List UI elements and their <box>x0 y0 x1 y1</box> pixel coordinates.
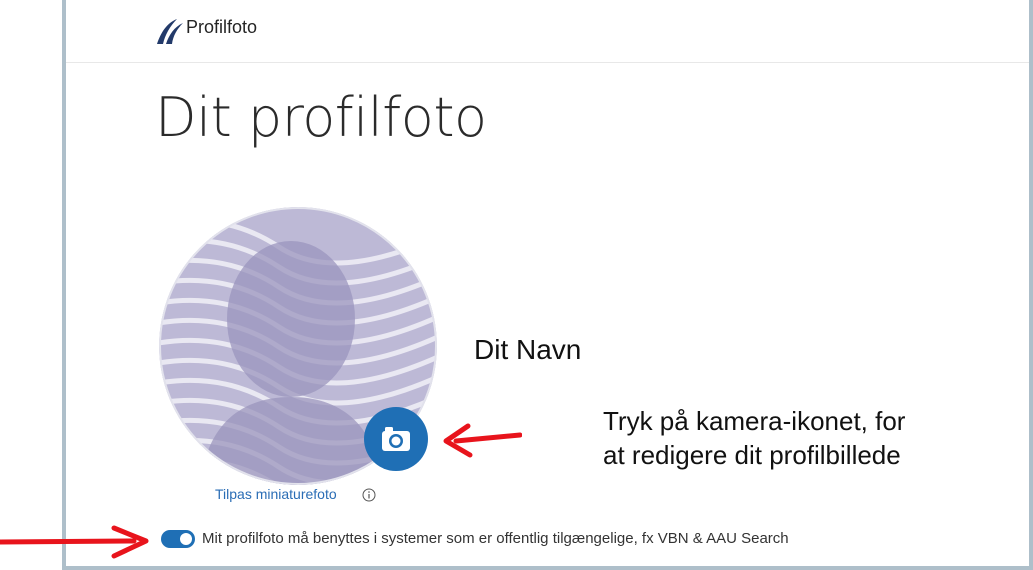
edit-photo-camera-button[interactable] <box>364 407 428 471</box>
public-visibility-toggle[interactable] <box>161 530 195 548</box>
toggle-arrow-icon <box>0 525 149 559</box>
profile-name: Dit Navn <box>474 334 582 365</box>
page-title: Dit profilfoto <box>155 86 487 149</box>
app-window: Profilfoto Dit profilfoto Tilpas miniatu… <box>62 0 1033 570</box>
top-bar: Profilfoto <box>66 0 1029 63</box>
app-title: Profilfoto <box>186 17 258 37</box>
annotation-line-2: at redigere dit profilbillede <box>603 440 901 470</box>
camera-arrow-icon <box>443 423 522 458</box>
toggle-knob <box>180 533 192 545</box>
public-visibility-label: Mit profilfoto må benyttes i systemer so… <box>202 530 789 547</box>
info-icon[interactable] <box>362 488 376 502</box>
aau-wave-logo-icon <box>157 19 183 44</box>
camera-icon <box>382 427 410 451</box>
annotation-line-1: Tryk på kamera-ikonet, for <box>603 406 906 436</box>
adjust-thumbnail-link[interactable]: Tilpas miniaturefoto <box>215 486 337 502</box>
instruction-annotation: Tryk på kamera-ikonet, for at redigere d… <box>603 404 905 472</box>
